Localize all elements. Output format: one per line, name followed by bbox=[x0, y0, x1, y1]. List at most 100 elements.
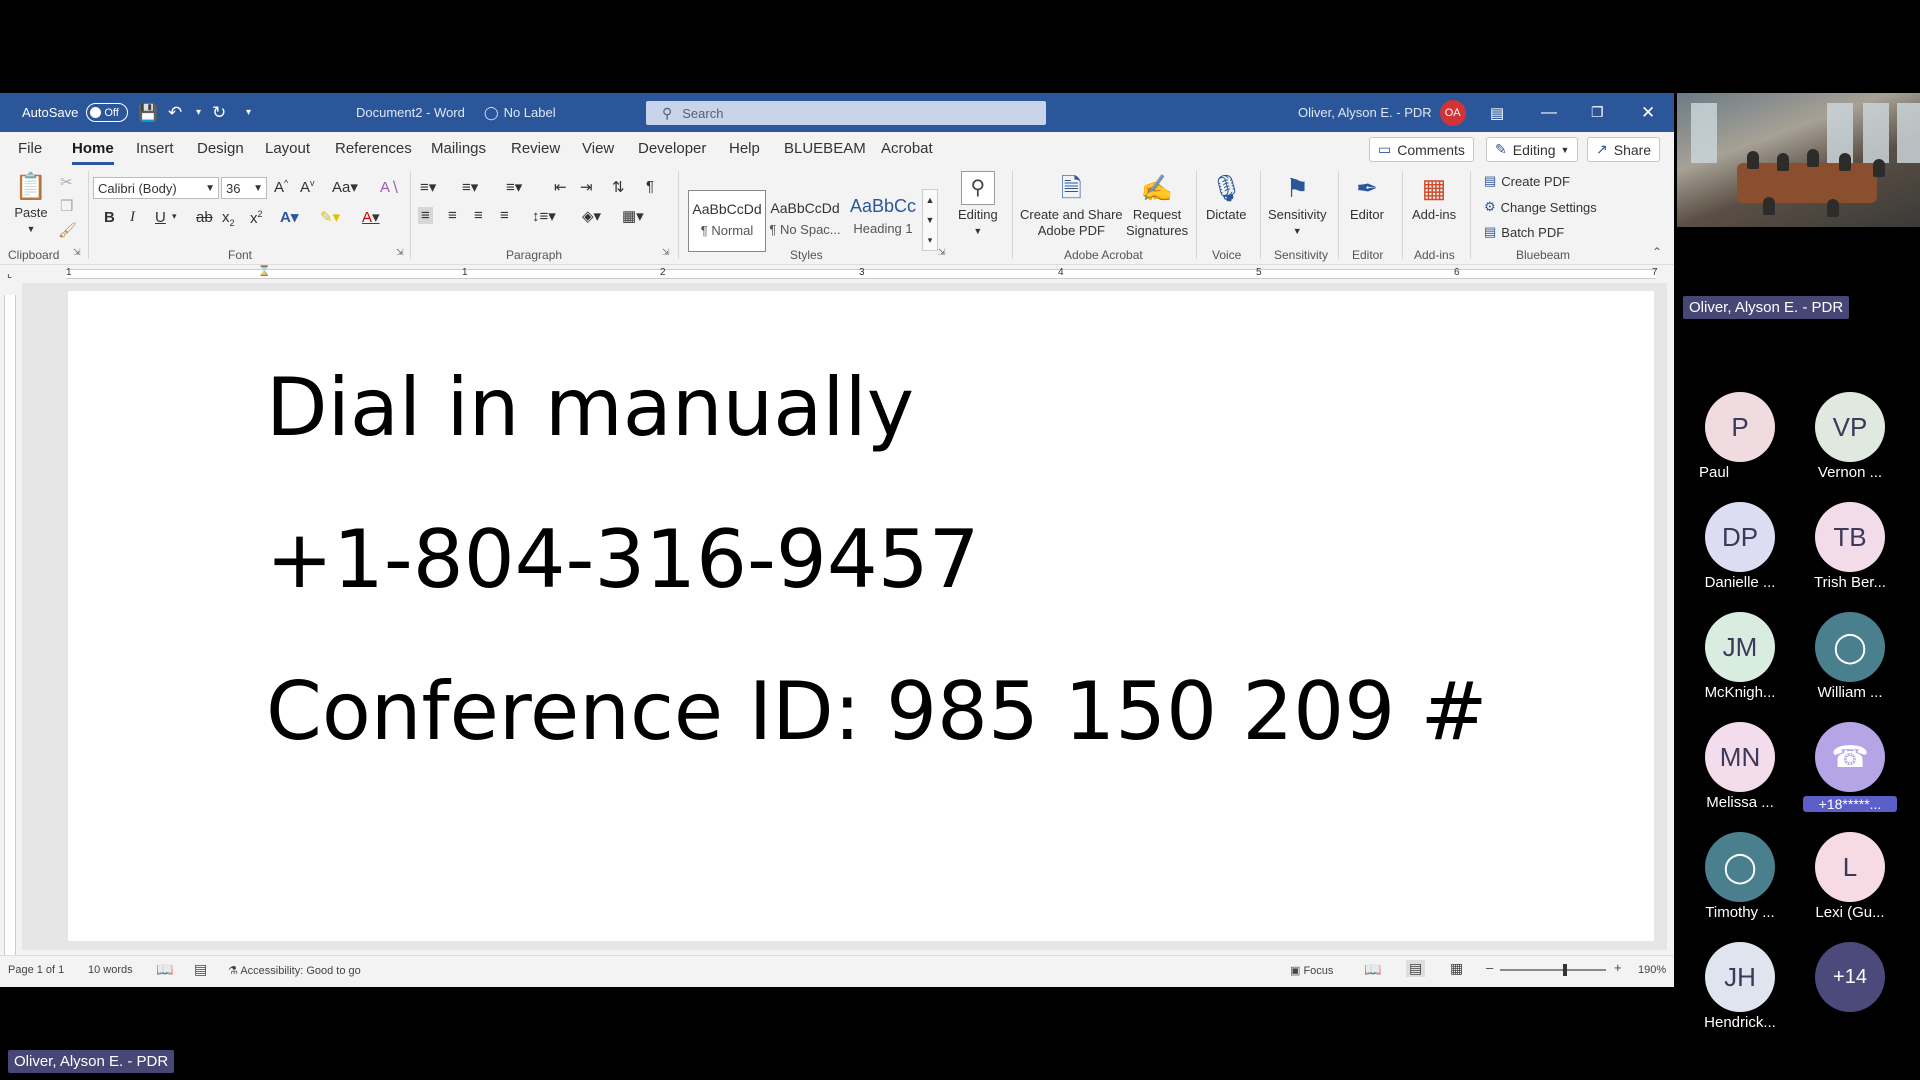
paste-button[interactable]: 📋 Paste ▼ bbox=[14, 169, 48, 237]
tab-help[interactable]: Help bbox=[729, 140, 760, 157]
proofing-icon[interactable]: 📖 bbox=[156, 961, 173, 978]
tab-view[interactable]: View bbox=[582, 140, 614, 157]
tab-home[interactable]: Home bbox=[72, 140, 114, 165]
participant-tile[interactable]: L Lexi (Gu... bbox=[1795, 832, 1905, 922]
chevron-down-icon[interactable]: ▾ bbox=[172, 211, 177, 222]
numbering-icon[interactable]: ≡▾ bbox=[462, 178, 478, 196]
sensitivity-label[interactable]: ◯ No Label bbox=[484, 93, 556, 132]
close-icon[interactable]: ✕ bbox=[1641, 93, 1655, 132]
font-name-select[interactable]: Calibri (Body) ▼ bbox=[93, 177, 219, 199]
ribbon-display-options-icon[interactable]: ▤ bbox=[1490, 93, 1504, 132]
more-participants-button[interactable]: +14 bbox=[1795, 942, 1905, 1032]
bold-icon[interactable]: B bbox=[104, 209, 115, 226]
align-right-icon[interactable]: ≡ bbox=[474, 207, 483, 224]
copy-icon[interactable]: ❐ bbox=[60, 197, 73, 215]
cut-icon[interactable]: ✂ bbox=[60, 173, 73, 191]
document-line-1[interactable]: Dial in manually bbox=[266, 361, 914, 454]
account-control[interactable]: Oliver, Alyson E. - PDR OA bbox=[1298, 93, 1466, 132]
horizontal-ruler[interactable]: ⌞ 1 1 2 3 4 5 6 7 ⌛ bbox=[0, 265, 1674, 283]
tab-references[interactable]: References bbox=[335, 140, 412, 157]
shrink-font-icon[interactable]: Av bbox=[300, 178, 315, 196]
document-line-3[interactable]: Conference ID: 985 150 209 # bbox=[266, 665, 1488, 758]
clear-formatting-icon[interactable]: A∖ bbox=[380, 178, 400, 196]
participant-tile[interactable]: DP Danielle ... bbox=[1685, 502, 1795, 592]
tab-review[interactable]: Review bbox=[511, 140, 560, 157]
clipboard-launcher-icon[interactable]: ⇲ bbox=[73, 247, 81, 258]
tab-developer[interactable]: Developer bbox=[638, 140, 706, 157]
word-count[interactable]: 10 words bbox=[88, 964, 133, 976]
accessibility-status[interactable]: ⚗ Accessibility: Good to go bbox=[228, 964, 361, 977]
focus-mode-button[interactable]: ▣ Focus bbox=[1290, 964, 1333, 977]
request-signatures-button[interactable]: ✍ Request Signatures bbox=[1126, 171, 1188, 239]
justify-icon[interactable]: ≡ bbox=[500, 207, 509, 224]
paragraph-launcher-icon[interactable]: ⇲ bbox=[662, 247, 670, 258]
font-launcher-icon[interactable]: ⇲ bbox=[396, 247, 404, 258]
styles-gallery-scroll[interactable]: ▲ ▼ ▾ bbox=[922, 189, 938, 251]
room-video-feed[interactable] bbox=[1677, 93, 1920, 227]
zoom-out-icon[interactable]: – bbox=[1486, 960, 1493, 975]
superscript-icon[interactable]: x2 bbox=[250, 209, 263, 227]
multilevel-list-icon[interactable]: ≡▾ bbox=[506, 178, 522, 196]
participant-tile[interactable]: ☎ +18*****... bbox=[1795, 722, 1905, 812]
zoom-slider-thumb[interactable] bbox=[1563, 964, 1567, 976]
underline-icon[interactable]: U bbox=[155, 209, 166, 226]
font-color-icon[interactable]: A▾ bbox=[362, 208, 380, 226]
print-layout-icon[interactable]: ▤ bbox=[1406, 960, 1426, 977]
change-case-icon[interactable]: Aa▾ bbox=[332, 178, 358, 196]
redo-icon[interactable]: ↻ bbox=[212, 93, 226, 132]
dictate-button[interactable]: 🎙 Dictate bbox=[1206, 171, 1246, 223]
grow-font-icon[interactable]: A^ bbox=[274, 178, 288, 196]
text-effects-icon[interactable]: A▾ bbox=[280, 208, 298, 226]
format-painter-icon[interactable]: 🖌 bbox=[58, 221, 77, 239]
page-count[interactable]: Page 1 of 1 bbox=[8, 964, 64, 976]
participant-tile[interactable]: VP Vernon ... bbox=[1795, 392, 1905, 482]
participant-tile[interactable]: MN Melissa ... bbox=[1685, 722, 1795, 812]
document-line-2[interactable]: +1-804-316-9457 bbox=[266, 513, 980, 606]
tab-file[interactable]: File bbox=[18, 140, 42, 157]
show-formatting-icon[interactable]: ¶ bbox=[646, 178, 654, 195]
addins-button[interactable]: ▦ Add-ins bbox=[1412, 171, 1456, 223]
bluebeam-change-settings[interactable]: ⚙ Change Settings bbox=[1484, 199, 1597, 215]
sort-icon[interactable]: ⇅ bbox=[612, 178, 625, 196]
italic-icon[interactable]: I bbox=[130, 209, 135, 226]
autosave-toggle[interactable]: Off bbox=[86, 103, 129, 122]
style-no-spacing[interactable]: AaBbCcDd ¶ No Spac... bbox=[766, 190, 844, 252]
zoom-in-icon[interactable]: + bbox=[1614, 960, 1622, 975]
read-mode-icon[interactable]: 📖 bbox=[1364, 961, 1381, 978]
participant-tile[interactable]: JH Hendrick... bbox=[1685, 942, 1795, 1032]
web-layout-icon[interactable]: ▦ bbox=[1450, 960, 1463, 977]
highlight-icon[interactable]: ✎▾ bbox=[320, 208, 340, 226]
participant-tile[interactable]: ◯ William ... bbox=[1795, 612, 1905, 702]
sensitivity-button[interactable]: ⚑ Sensitivity ▼ bbox=[1268, 171, 1327, 239]
tab-acrobat[interactable]: Acrobat bbox=[881, 140, 933, 157]
indent-marker-icon[interactable]: ⌛ bbox=[258, 266, 270, 277]
create-share-pdf-button[interactable]: 🗎 Create and Share Adobe PDF bbox=[1020, 171, 1123, 239]
editor-button[interactable]: ✒ Editor bbox=[1350, 171, 1384, 223]
search-input[interactable]: ⚲ Search bbox=[646, 101, 1046, 125]
increase-indent-icon[interactable]: ⇥ bbox=[580, 178, 593, 196]
styles-launcher-icon[interactable]: ⇲ bbox=[938, 247, 946, 258]
comments-button[interactable]: ▭ Comments bbox=[1369, 137, 1474, 162]
borders-icon[interactable]: ▦▾ bbox=[622, 207, 644, 225]
tab-selector-icon[interactable]: ⌞ bbox=[7, 267, 12, 280]
participant-tile[interactable]: ◯ Timothy ... bbox=[1685, 832, 1795, 922]
shading-icon[interactable]: ◈▾ bbox=[582, 207, 601, 225]
bluebeam-batch-pdf[interactable]: ▤ Batch PDF bbox=[1484, 224, 1564, 240]
style-heading-1[interactable]: AaBbCc Heading 1 bbox=[844, 190, 922, 252]
restore-icon[interactable]: ❐ bbox=[1591, 93, 1604, 132]
tab-bluebeam[interactable]: BLUEBEAM bbox=[784, 140, 866, 157]
decrease-indent-icon[interactable]: ⇤ bbox=[554, 178, 567, 196]
align-left-icon[interactable]: ≡ bbox=[418, 207, 433, 224]
customize-toolbar-icon[interactable]: ▾ bbox=[246, 93, 251, 132]
share-button[interactable]: ↗ Share bbox=[1587, 137, 1661, 162]
bullets-icon[interactable]: ≡▾ bbox=[420, 178, 436, 196]
strikethrough-icon[interactable]: ab bbox=[196, 209, 213, 226]
participant-tile[interactable]: JM McKnigh... bbox=[1685, 612, 1795, 702]
editing-button[interactable]: ⚲ Editing ▼ bbox=[958, 171, 998, 239]
bluebeam-create-pdf[interactable]: ▤ Create PDF bbox=[1484, 173, 1570, 189]
participant-tile[interactable]: TB Trish Ber... bbox=[1795, 502, 1905, 592]
zoom-level[interactable]: 190% bbox=[1638, 964, 1666, 976]
participant-tile[interactable]: P Paul bbox=[1685, 392, 1795, 482]
undo-dropdown-icon[interactable]: ▾ bbox=[196, 93, 201, 132]
tab-insert[interactable]: Insert bbox=[136, 140, 174, 157]
